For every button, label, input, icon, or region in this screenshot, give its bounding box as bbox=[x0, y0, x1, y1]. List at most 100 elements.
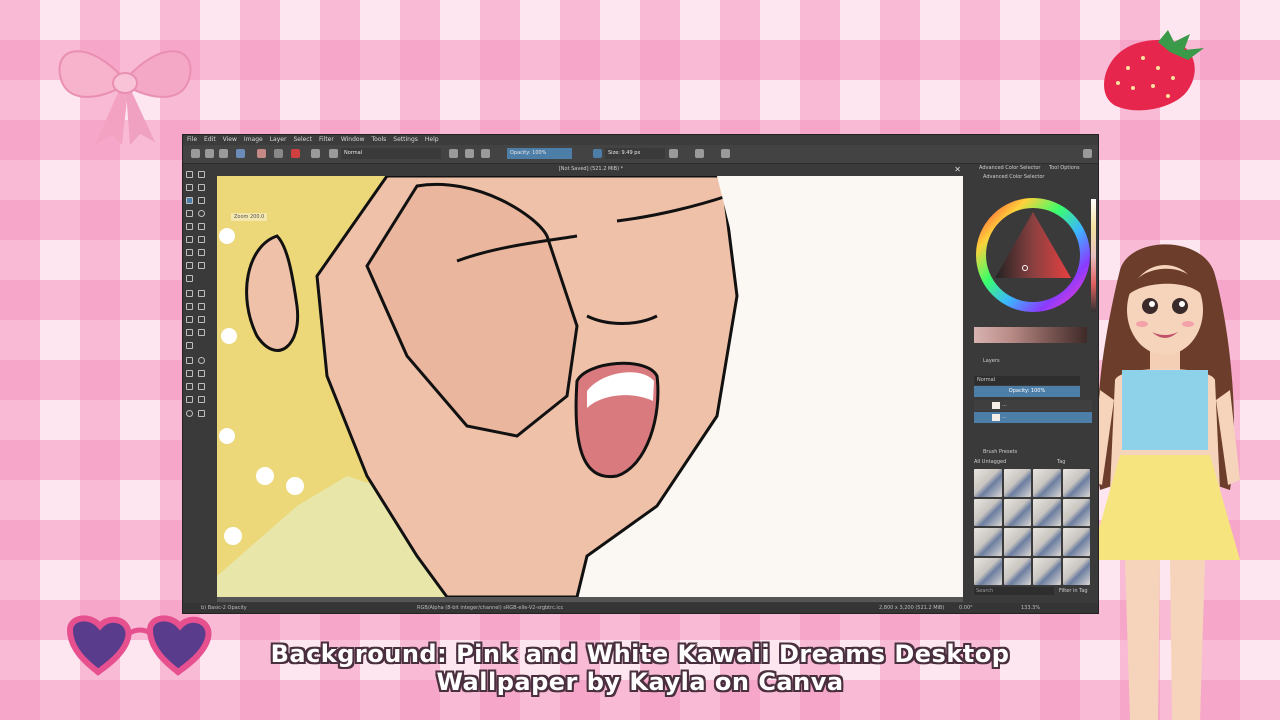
menu-help[interactable]: Help bbox=[425, 135, 439, 145]
color-wheel[interactable] bbox=[975, 198, 1091, 312]
polygon-tool[interactable] bbox=[186, 223, 193, 230]
mirror-vertical-icon[interactable] bbox=[695, 149, 704, 158]
fill-tool[interactable] bbox=[186, 316, 193, 323]
foreground-color-swatch[interactable] bbox=[257, 149, 266, 158]
rectangular-selection-tool[interactable] bbox=[186, 357, 193, 364]
freehand-brush-tool[interactable] bbox=[186, 197, 193, 204]
bezier-selection-tool[interactable] bbox=[186, 396, 193, 403]
brush-preset[interactable] bbox=[974, 469, 1002, 497]
menu-window[interactable]: Window bbox=[341, 135, 365, 145]
tab-advanced-color-selector[interactable]: Advanced Color Selector bbox=[979, 164, 1040, 173]
swap-colors-icon[interactable] bbox=[291, 149, 300, 158]
brush-preset[interactable] bbox=[1062, 528, 1090, 556]
eraser-mode-icon[interactable] bbox=[449, 149, 458, 158]
freehand-selection-tool[interactable] bbox=[198, 370, 205, 377]
gradient-tool[interactable] bbox=[186, 290, 193, 297]
pan-tool[interactable] bbox=[198, 410, 205, 417]
measure-tool[interactable] bbox=[198, 329, 205, 336]
brush-filter-select[interactable]: All Untagged bbox=[974, 459, 1006, 465]
polygonal-selection-tool[interactable] bbox=[186, 370, 193, 377]
smart-patch-tool[interactable] bbox=[198, 303, 205, 310]
menu-file[interactable]: File bbox=[187, 135, 197, 145]
horizontal-scrollbar[interactable] bbox=[217, 597, 963, 602]
workspace-icon[interactable] bbox=[1083, 149, 1092, 158]
brush-preset[interactable] bbox=[1003, 557, 1031, 585]
color-shade-selector[interactable] bbox=[974, 327, 1087, 343]
brush-preset[interactable] bbox=[1033, 469, 1061, 497]
brush-search-input[interactable]: Search bbox=[974, 587, 1054, 595]
reload-preset-icon[interactable] bbox=[481, 149, 490, 158]
transform-tool[interactable] bbox=[186, 262, 193, 269]
layer-row[interactable]: ... bbox=[974, 412, 1092, 423]
calligraphy-tool[interactable] bbox=[198, 184, 205, 191]
open-document-icon[interactable] bbox=[205, 149, 214, 158]
brush-preset[interactable] bbox=[1062, 557, 1090, 585]
move-tool[interactable] bbox=[198, 262, 205, 269]
brush-tag-select[interactable]: Tag bbox=[1057, 459, 1065, 465]
layers-opacity-slider[interactable]: Opacity: 100% bbox=[974, 386, 1080, 397]
layers-blend-mode-select[interactable]: Normal bbox=[974, 376, 1080, 385]
brush-preset[interactable] bbox=[974, 528, 1002, 556]
text-tool[interactable] bbox=[198, 171, 205, 178]
brush-preset[interactable] bbox=[1033, 498, 1061, 526]
crop-tool[interactable] bbox=[186, 275, 193, 282]
zoom-tool[interactable] bbox=[186, 410, 193, 417]
menu-tools[interactable]: Tools bbox=[372, 135, 387, 145]
menu-edit[interactable]: Edit bbox=[204, 135, 216, 145]
ellipse-tool[interactable] bbox=[198, 210, 205, 217]
menu-filter[interactable]: Filter bbox=[319, 135, 334, 145]
size-slider[interactable]: Size: 9.49 px bbox=[605, 148, 665, 159]
blend-mode-icon[interactable] bbox=[329, 149, 338, 158]
opacity-slider[interactable]: Opacity: 100% bbox=[507, 148, 572, 159]
multibrush-tool[interactable] bbox=[198, 249, 205, 256]
pattern-swatch-icon[interactable] bbox=[274, 149, 283, 158]
close-document-icon[interactable]: ✕ bbox=[954, 164, 961, 175]
dynamic-brush-tool[interactable] bbox=[186, 249, 193, 256]
brush-preset[interactable] bbox=[974, 557, 1002, 585]
brush-preset[interactable] bbox=[1033, 557, 1061, 585]
brush-preset[interactable] bbox=[1003, 469, 1031, 497]
enclose-fill-tool[interactable] bbox=[198, 316, 205, 323]
brush-preset[interactable] bbox=[1003, 528, 1031, 556]
magnetic-selection-tool[interactable] bbox=[198, 396, 205, 403]
save-document-icon[interactable] bbox=[219, 149, 228, 158]
brush-preset[interactable] bbox=[1062, 469, 1090, 497]
edit-shapes-tool[interactable] bbox=[186, 184, 193, 191]
blend-mode-select[interactable]: Normal bbox=[341, 148, 441, 159]
menu-layer[interactable]: Layer bbox=[270, 135, 287, 145]
status-zoom[interactable]: 133.3% bbox=[1021, 603, 1040, 613]
menu-select[interactable]: Select bbox=[293, 135, 312, 145]
brush-settings-icon[interactable] bbox=[311, 149, 320, 158]
brush-preset[interactable] bbox=[1033, 528, 1061, 556]
brush-preset-icon[interactable] bbox=[236, 149, 245, 158]
freehand-path-tool[interactable] bbox=[198, 236, 205, 243]
mirror-horizontal-icon[interactable] bbox=[669, 149, 678, 158]
reference-images-tool[interactable] bbox=[186, 342, 193, 349]
contiguous-selection-tool[interactable] bbox=[186, 383, 193, 390]
color-history-strip[interactable] bbox=[1091, 199, 1096, 312]
color-picker-tool[interactable] bbox=[198, 290, 205, 297]
drawing-canvas[interactable]: Zoom 200.0 bbox=[217, 176, 963, 597]
bezier-tool[interactable] bbox=[186, 236, 193, 243]
menu-settings[interactable]: Settings bbox=[393, 135, 418, 145]
elliptical-selection-tool[interactable] bbox=[198, 357, 205, 364]
brush-preset[interactable] bbox=[1062, 498, 1090, 526]
wrap-around-icon[interactable] bbox=[721, 149, 730, 158]
rectangle-tool[interactable] bbox=[186, 210, 193, 217]
brush-preset[interactable] bbox=[1003, 498, 1031, 526]
layer-row[interactable]: ... bbox=[974, 400, 1092, 411]
similar-selection-tool[interactable] bbox=[198, 383, 205, 390]
colorize-mask-tool[interactable] bbox=[186, 303, 193, 310]
brush-preset[interactable] bbox=[974, 498, 1002, 526]
assistant-tool[interactable] bbox=[186, 329, 193, 336]
menu-image[interactable]: Image bbox=[244, 135, 263, 145]
new-document-icon[interactable] bbox=[191, 149, 200, 158]
tab-tool-options[interactable]: Tool Options bbox=[1049, 164, 1080, 173]
line-tool[interactable] bbox=[198, 197, 205, 204]
filter-in-tag-checkbox[interactable]: Filter in Tag bbox=[1059, 588, 1088, 594]
menu-view[interactable]: View bbox=[223, 135, 237, 145]
alpha-lock-icon[interactable] bbox=[465, 149, 474, 158]
select-shapes-tool[interactable] bbox=[186, 171, 193, 178]
size-color-icon[interactable] bbox=[593, 149, 602, 158]
polyline-tool[interactable] bbox=[198, 223, 205, 230]
